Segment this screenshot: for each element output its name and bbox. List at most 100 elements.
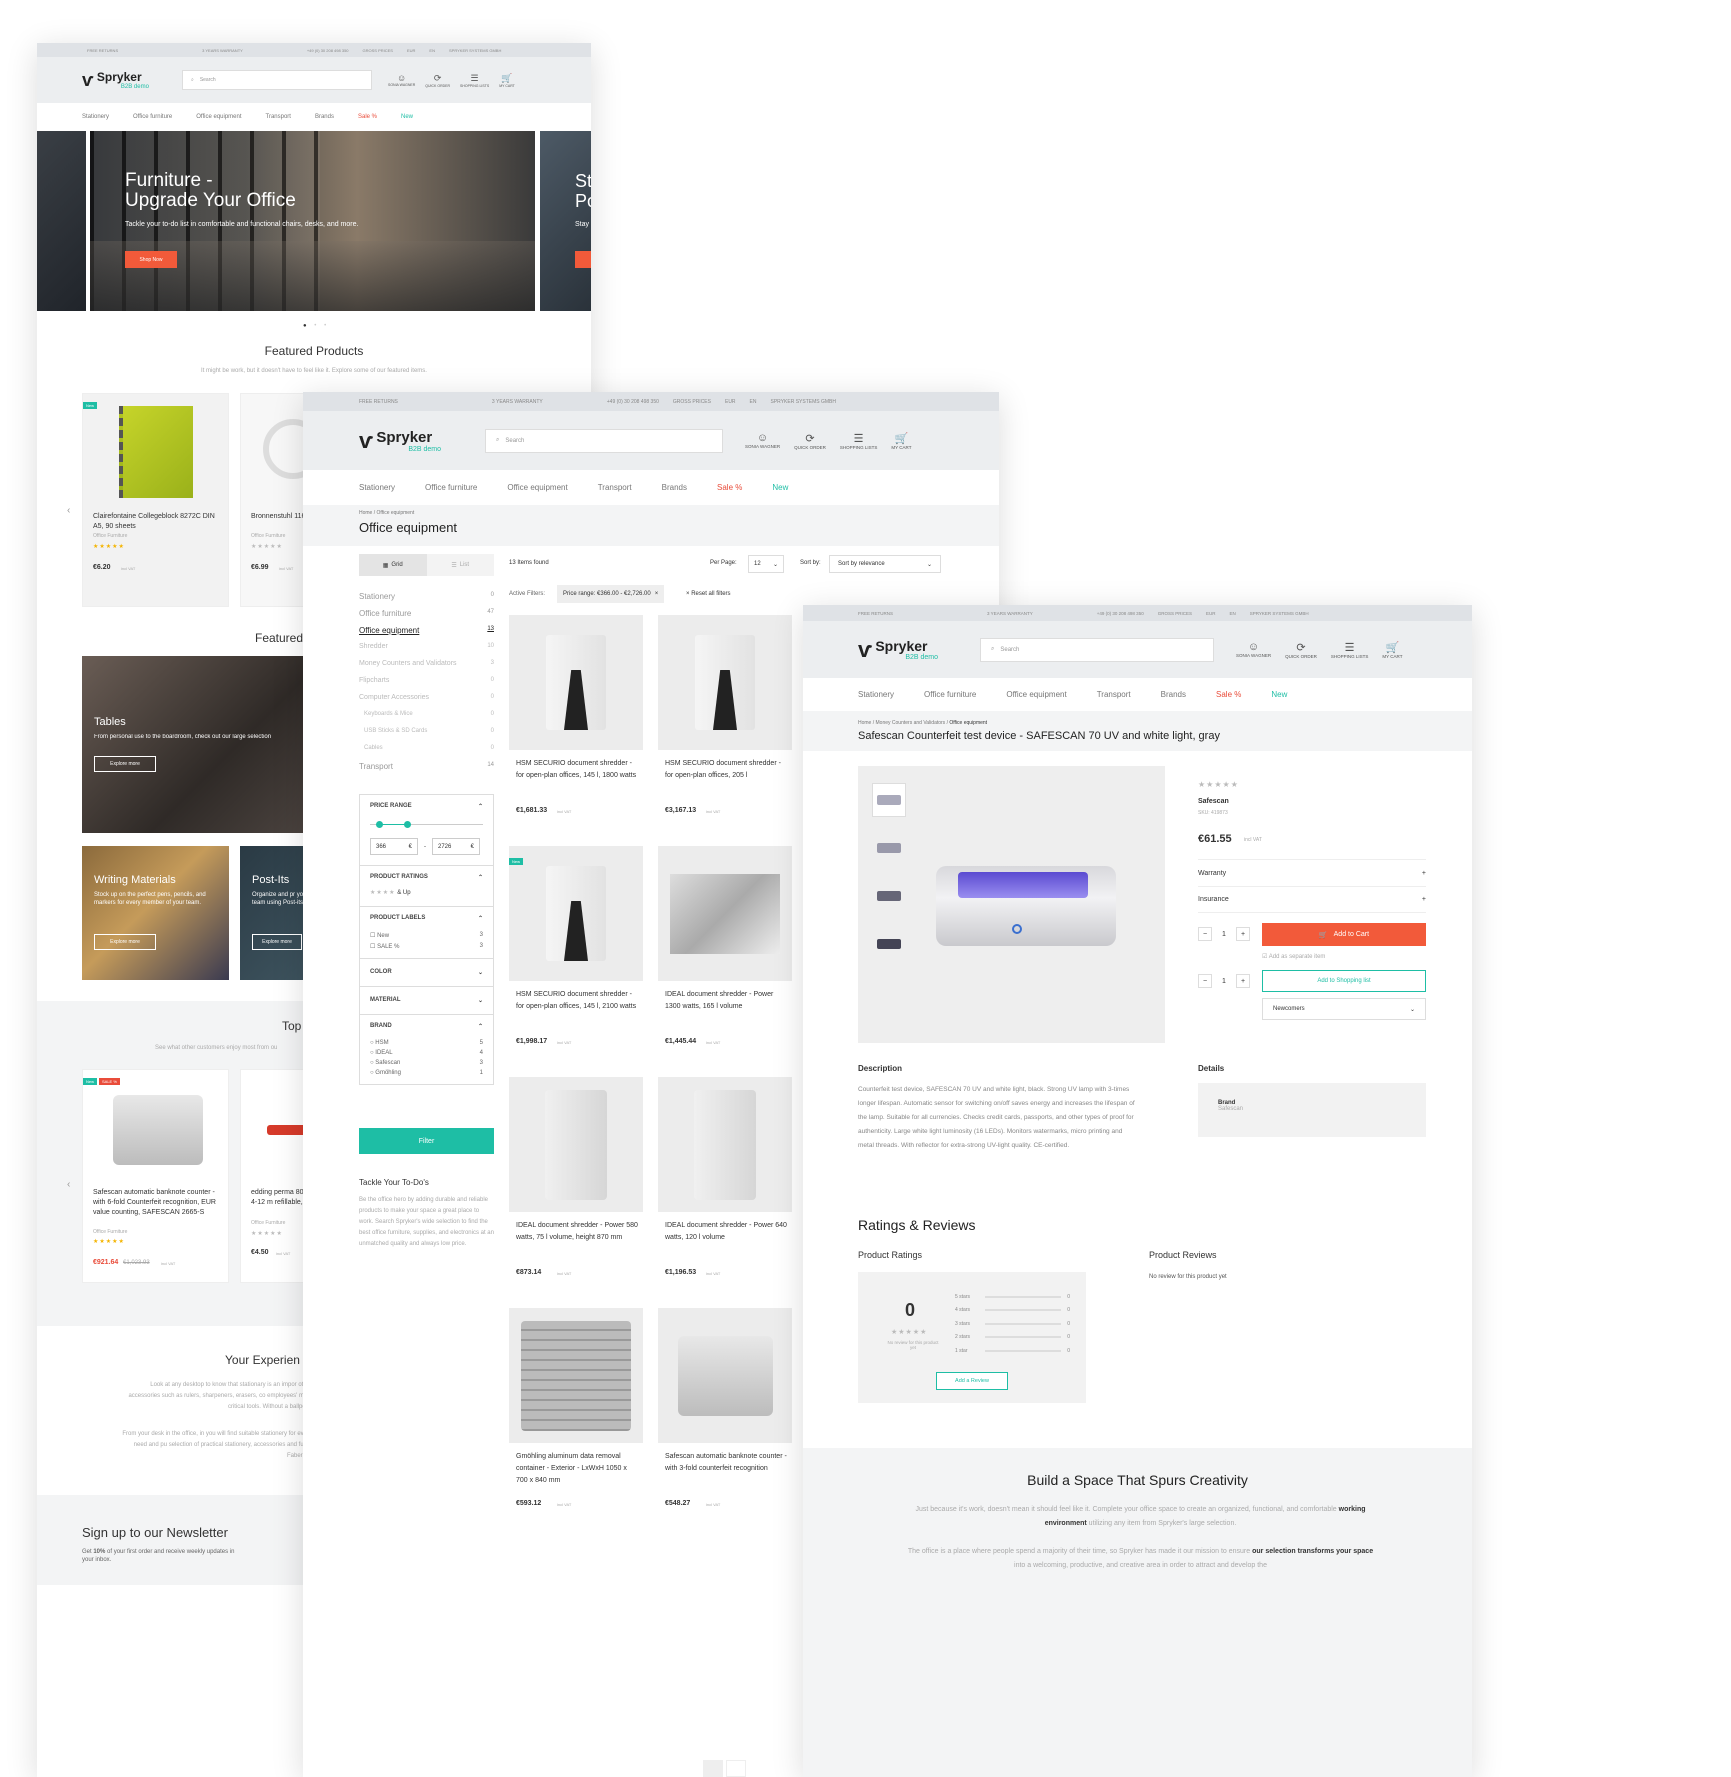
gross-prices-select[interactable]: GROSS PRICES xyxy=(363,48,393,53)
rating-filter[interactable]: ★★★★ & Up xyxy=(360,889,493,906)
language-select[interactable]: EN xyxy=(1229,611,1235,616)
cart-link[interactable]: 🛒 MY CART xyxy=(1382,641,1402,659)
search-input[interactable]: ⌕ Search xyxy=(980,637,1214,662)
add-review-button[interactable]: Add a Review xyxy=(936,1372,1008,1390)
nav-sale[interactable]: Sale % xyxy=(1216,690,1241,699)
next-slide-button[interactable] xyxy=(575,251,591,268)
shopping-lists-link[interactable]: ☰ SHOPPING LISTS xyxy=(460,73,489,88)
plus-button[interactable]: + xyxy=(1236,974,1250,988)
carousel-dots[interactable]: ● • • xyxy=(303,323,329,329)
separate-item-checkbox[interactable]: ☑ Add as separate item xyxy=(1262,953,1325,960)
company-select[interactable]: SPRYKER SYSTEMS GMBH xyxy=(449,48,501,53)
search-input[interactable]: ⌕ Search xyxy=(182,70,372,90)
breadcrumb-mid[interactable]: Money Counters and Validators xyxy=(876,720,946,726)
cart-link[interactable]: 🛒 MY CART xyxy=(499,73,515,88)
radio-icon[interactable]: ○ xyxy=(370,1070,374,1076)
category-item[interactable]: Computer Accessories 0 xyxy=(359,694,494,711)
checkbox-icon[interactable]: ☐ xyxy=(370,944,375,950)
language-select[interactable]: EN xyxy=(429,48,435,53)
nav-stationery[interactable]: Stationery xyxy=(82,114,109,120)
company-select[interactable]: SPRYKER SYSTEMS GMBH xyxy=(771,399,836,405)
plus-button[interactable]: + xyxy=(1236,927,1250,941)
list-quantity-stepper[interactable]: − 1 + xyxy=(1198,972,1250,990)
product-labels-header[interactable]: PRODUCT LABELS ⌃ xyxy=(360,906,493,930)
gross-prices-select[interactable]: GROSS PRICES xyxy=(1158,611,1192,616)
product-ratings-header[interactable]: PRODUCT RATINGS ⌃ xyxy=(360,865,493,889)
category-item-active[interactable]: Office equipment 13 xyxy=(359,626,494,643)
slider-handle-min[interactable] xyxy=(376,821,383,828)
thumbnail[interactable] xyxy=(872,927,906,961)
category-item[interactable]: Office furniture 47 xyxy=(359,609,494,626)
nav-brands[interactable]: Brands xyxy=(315,114,334,120)
add-to-shopping-list-button[interactable]: Add to Shopping list xyxy=(1262,970,1426,992)
explore-more-button[interactable]: Explore more xyxy=(94,934,156,950)
category-item[interactable]: USB Sticks & SD Cards 0 xyxy=(359,728,494,745)
brand-header[interactable]: BRAND ⌃ xyxy=(360,1014,493,1038)
user-menu[interactable]: ☺ SONIA WAGNER xyxy=(1236,641,1271,659)
quick-order-link[interactable]: ⟳ QUICK ORDER xyxy=(1285,641,1317,659)
gross-prices-select[interactable]: GROSS PRICES xyxy=(673,399,711,405)
close-icon[interactable]: × xyxy=(655,591,659,597)
logo[interactable]: ⱱ Spryker B2B demo xyxy=(82,70,182,91)
nav-transport[interactable]: Transport xyxy=(266,114,291,120)
radio-icon[interactable]: ○ xyxy=(370,1050,374,1056)
pagination[interactable] xyxy=(703,1760,746,1777)
company-select[interactable]: SPRYKER SYSTEMS GMBH xyxy=(1250,611,1309,616)
nav-stationery[interactable]: Stationery xyxy=(359,483,395,492)
minus-button[interactable]: − xyxy=(1198,927,1212,941)
list-view-button[interactable]: ☰ List xyxy=(427,554,495,576)
breadcrumb-home[interactable]: Home xyxy=(359,510,372,516)
nav-office-equipment[interactable]: Office equipment xyxy=(1006,690,1066,699)
nav-office-equipment[interactable]: Office equipment xyxy=(196,114,241,120)
logo[interactable]: ⱱ Spryker B2B demo xyxy=(359,428,485,454)
shopping-lists-link[interactable]: ☰ SHOPPING LISTS xyxy=(1331,641,1369,659)
nav-new[interactable]: New xyxy=(1271,690,1287,699)
category-item[interactable]: Keyboards & Mice 0 xyxy=(359,711,494,728)
brand-option[interactable]: ○ HSM 5 xyxy=(360,1038,493,1048)
sort-select[interactable]: Sort by relevance ⌄ xyxy=(829,555,941,573)
shopping-lists-link[interactable]: ☰ SHOPPING LISTS xyxy=(840,432,878,450)
material-header[interactable]: MATERIAL ⌄ xyxy=(360,986,493,1014)
product-card[interactable]: HSM SECURIO document shredder - for open… xyxy=(509,846,643,1061)
shopping-list-select[interactable]: Newcomers ⌄ xyxy=(1262,998,1426,1020)
explore-more-button[interactable]: Explore more xyxy=(252,934,302,950)
price-range-chip[interactable]: Price range: €366.00 - €2,726.00 × xyxy=(557,585,665,603)
product-card[interactable]: Gmöhling aluminum data removal container… xyxy=(509,1308,643,1523)
search-input[interactable]: ⌕ Search xyxy=(485,428,723,453)
category-item[interactable]: Stationery 0 xyxy=(359,592,494,609)
breadcrumb-home[interactable]: Home xyxy=(858,720,871,726)
grid-view-button[interactable]: ▦ Grid xyxy=(359,554,427,576)
nav-office-equipment[interactable]: Office equipment xyxy=(507,483,567,492)
product-card[interactable]: Safescan automatic banknote counter - wi… xyxy=(658,1308,792,1523)
product-card[interactable]: HSM SECURIO document shredder - for open… xyxy=(509,615,643,830)
nav-transport[interactable]: Transport xyxy=(598,483,632,492)
quantity-stepper[interactable]: − 1 + xyxy=(1198,925,1250,943)
insurance-option[interactable]: Insurance + xyxy=(1198,886,1426,913)
pagination-page[interactable] xyxy=(726,1760,746,1777)
nav-office-furniture[interactable]: Office furniture xyxy=(924,690,976,699)
nav-sale[interactable]: Sale % xyxy=(717,483,742,492)
featured-prev-arrow[interactable]: ‹ xyxy=(67,505,70,516)
label-option[interactable]: ☐ SALE % 3 xyxy=(360,941,493,958)
explore-more-button[interactable]: Explore more xyxy=(94,756,156,772)
thumbnail[interactable] xyxy=(872,831,906,865)
quick-order-link[interactable]: ⟳ QUICK ORDER xyxy=(425,73,450,88)
category-tile-writing[interactable]: Writing Materials Stock up on the perfec… xyxy=(82,846,229,980)
price-min-input[interactable]: 366 € xyxy=(370,838,418,855)
currency-select[interactable]: EUR xyxy=(407,48,415,53)
add-to-cart-button[interactable]: 🛒 Add to Cart xyxy=(1262,923,1426,946)
label-option[interactable]: ☐ New 3 xyxy=(360,930,493,941)
top-product-card[interactable]: New SALE % Safescan automatic banknote c… xyxy=(82,1069,229,1283)
warranty-option[interactable]: Warranty + xyxy=(1198,859,1426,886)
reset-filters-link[interactable]: × Reset all filters xyxy=(686,591,731,597)
brand-option[interactable]: ○ Gmöhling 1 xyxy=(360,1068,493,1084)
top-prev-arrow[interactable]: ‹ xyxy=(67,1179,70,1190)
color-header[interactable]: COLOR ⌄ xyxy=(360,958,493,986)
language-select[interactable]: EN xyxy=(750,399,757,405)
shop-now-button[interactable]: Shop Now xyxy=(125,251,177,268)
quick-order-link[interactable]: ⟳ QUICK ORDER xyxy=(794,432,826,450)
checkbox-icon[interactable]: ☑ xyxy=(1262,954,1267,960)
brand-option[interactable]: ○ Safescan 3 xyxy=(360,1058,493,1068)
nav-brands[interactable]: Brands xyxy=(1161,690,1186,699)
slider-handle-max[interactable] xyxy=(404,821,411,828)
